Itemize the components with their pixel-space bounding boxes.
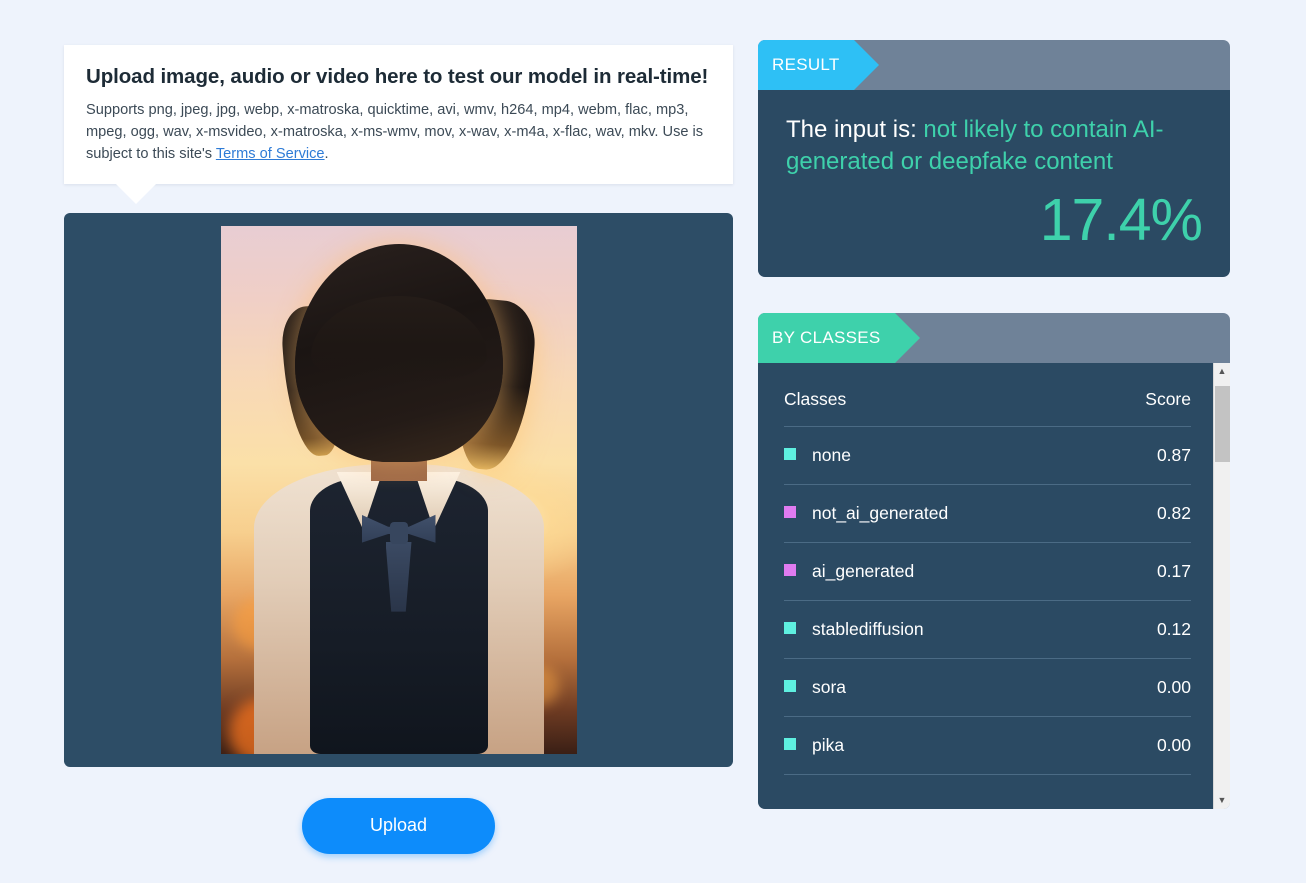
class-score-cell: 0.87: [1102, 426, 1191, 485]
result-sentence: The input is: not likely to contain AI-g…: [786, 114, 1202, 177]
classes-table: Classes Score none 0.87 not_ai_generated 0.…: [784, 363, 1191, 775]
class-color-swatch-icon: [784, 738, 796, 750]
class-label: sora: [812, 677, 847, 697]
result-panel-body: The input is: not likely to contain AI-g…: [758, 90, 1230, 277]
uploaded-image-preview: [220, 225, 577, 754]
scroll-up-glyph: ▲: [1217, 366, 1227, 376]
table-row: pika 0.00: [784, 716, 1191, 775]
result-panel: RESULT The input is: not likely to conta…: [758, 40, 1230, 277]
result-sentence-prefix: The input is:: [786, 116, 924, 143]
class-label: not_ai_generated: [812, 503, 949, 523]
class-name-cell: not_ai_generated: [784, 484, 1103, 543]
supported-formats-text: Supports png, jpeg, jpg, webp, x-matrosk…: [86, 99, 711, 166]
class-score-cell: 0.00: [1102, 658, 1191, 717]
scroll-up-arrow-icon[interactable]: ▲: [1213, 363, 1230, 380]
classes-scrollbar[interactable]: ▲ ▼: [1213, 363, 1230, 809]
terms-of-service-link[interactable]: Terms of Service: [216, 146, 325, 162]
callout-caret-icon: [116, 183, 156, 204]
class-score-cell: 0.82: [1102, 484, 1191, 543]
table-header-row: Classes Score: [784, 363, 1191, 427]
result-panel-tag: RESULT: [758, 40, 879, 90]
scrollbar-thumb[interactable]: [1214, 386, 1230, 462]
table-row: none 0.87: [784, 426, 1191, 485]
result-percentage: 17.4%: [1039, 187, 1203, 254]
table-row: not_ai_generated 0.82: [784, 484, 1191, 543]
column-header-score: Score: [1102, 363, 1191, 427]
class-color-swatch-icon: [784, 622, 796, 634]
classes-panel: BY CLASSES Classes Score none 0.87 not_ai_…: [758, 313, 1230, 809]
class-color-swatch-icon: [784, 448, 796, 460]
classes-table-body: none 0.87 not_ai_generated 0.82 ai_generated…: [784, 426, 1191, 775]
class-score-cell: 0.17: [1102, 542, 1191, 601]
class-name-cell: stablediffusion: [784, 600, 1103, 659]
class-label: ai_generated: [812, 561, 915, 581]
page-title: Upload image, audio or video here to tes…: [86, 65, 709, 88]
result-panel-header: RESULT: [758, 40, 1230, 90]
scrollbar-track[interactable]: [1214, 380, 1231, 792]
class-name-cell: sora: [784, 658, 1103, 717]
result-panel-tag-label: RESULT: [772, 55, 840, 74]
upload-button-row: Upload: [64, 797, 733, 854]
class-label: stablediffusion: [812, 619, 924, 639]
scroll-down-glyph: ▼: [1217, 795, 1227, 805]
class-score-cell: 0.12: [1102, 600, 1191, 659]
figure-ribbon-knot: [389, 521, 408, 544]
class-label: none: [812, 445, 851, 465]
scroll-down-arrow-icon[interactable]: ▼: [1213, 792, 1230, 809]
figure-vest: [309, 477, 488, 754]
class-score-cell: 0.00: [1102, 716, 1191, 775]
upload-button[interactable]: Upload: [302, 797, 495, 854]
classes-panel-tag-label: BY CLASSES: [772, 328, 881, 347]
classes-scroll-area[interactable]: Classes Score none 0.87 not_ai_generated 0.…: [758, 363, 1213, 809]
right-column: RESULT The input is: not likely to conta…: [758, 40, 1230, 845]
table-row: ai_generated 0.17: [784, 542, 1191, 601]
class-label: pika: [812, 735, 845, 755]
table-row: stablediffusion 0.12: [784, 600, 1191, 659]
supported-formats-prefix: Supports png, jpeg, jpg, webp, x-matrosk…: [86, 101, 704, 163]
class-name-cell: ai_generated: [784, 542, 1103, 601]
upload-info-card: Upload image, audio or video here to tes…: [64, 45, 733, 204]
class-name-cell: none: [784, 426, 1103, 485]
left-column: Upload image, audio or video here to tes…: [64, 45, 733, 854]
column-header-classes: Classes: [784, 363, 1103, 427]
table-row: sora 0.00: [784, 658, 1191, 717]
classes-panel-header: BY CLASSES: [758, 313, 1230, 363]
class-name-cell: pika: [784, 716, 1103, 775]
class-color-swatch-icon: [784, 506, 796, 518]
class-color-swatch-icon: [784, 564, 796, 576]
classes-panel-tag: BY CLASSES: [758, 313, 919, 363]
media-preview-panel[interactable]: [64, 212, 733, 767]
classes-panel-body: Classes Score none 0.87 not_ai_generated 0.…: [758, 363, 1230, 809]
class-color-swatch-icon: [784, 680, 796, 692]
supported-formats-suffix: .: [324, 146, 329, 163]
